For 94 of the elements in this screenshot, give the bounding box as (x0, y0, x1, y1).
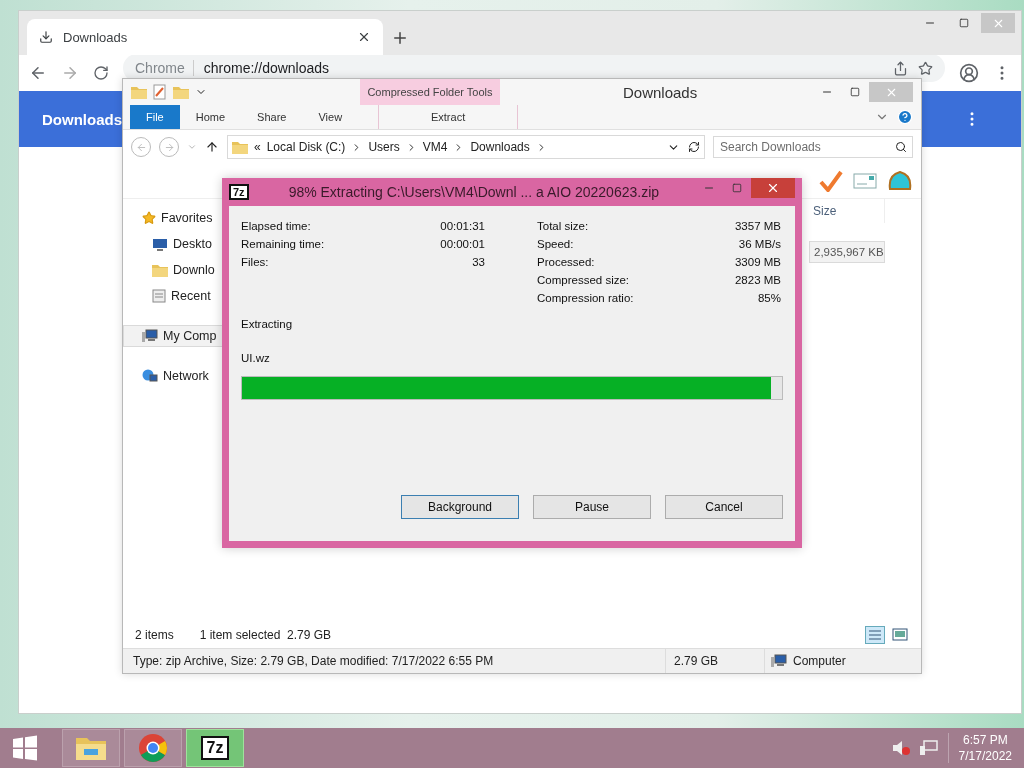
context-tab-header: Compressed Folder Tools (360, 79, 500, 105)
check-icon[interactable] (819, 170, 843, 192)
breadcrumb-overflow[interactable]: « (254, 140, 261, 154)
folder-icon (152, 263, 168, 277)
document-icon (152, 289, 166, 303)
stat-label: Compression ratio: (537, 292, 635, 304)
properties-icon[interactable] (153, 84, 167, 100)
dialog-title: 98% Extracting C:\Users\VM4\Downl ... a AIO 20220623.zip (288, 184, 660, 200)
computer-icon (771, 654, 787, 668)
operation-label: Extracting (241, 318, 294, 330)
profile-icon[interactable] (959, 63, 979, 83)
stat-label: Total size: (537, 220, 590, 232)
file-size: 2.79 GB (665, 649, 764, 673)
nav-item[interactable]: Network (123, 365, 223, 387)
globe-icon (142, 369, 158, 383)
stat-label: Speed: (537, 238, 575, 250)
folder-icon (232, 140, 248, 154)
star-icon[interactable] (918, 60, 933, 76)
search-icon[interactable] (895, 141, 907, 153)
dialog-button[interactable]: Cancel (665, 495, 783, 519)
stat-value: 00:00:01 (440, 238, 485, 250)
stat-value: 3357 MB (734, 220, 781, 232)
stat-label: Processed: (537, 256, 596, 268)
ribbon-tab[interactable]: Home (179, 105, 242, 129)
close-icon[interactable] (766, 181, 780, 195)
thumbnail-view-icon[interactable] (891, 626, 909, 644)
computer-icon (142, 329, 158, 343)
dialog-button[interactable]: Pause (533, 495, 651, 519)
up-icon[interactable] (205, 140, 219, 154)
muted-speaker-icon[interactable] (891, 740, 910, 756)
folder-icon (75, 735, 107, 761)
back-icon[interactable] (29, 64, 47, 82)
file-name: UI.wz (241, 352, 271, 364)
logo: 7z (229, 184, 249, 200)
breadcrumb-item[interactable]: VM4 (422, 140, 448, 154)
search-field[interactable]: Search Downloads (713, 136, 913, 158)
stat-label: Compressed size: (537, 274, 631, 286)
taskbar-app[interactable] (62, 729, 120, 767)
details-view-icon[interactable] (865, 626, 885, 644)
ribbon-tab[interactable]: Share (241, 105, 303, 129)
windows-logo-icon[interactable] (12, 735, 38, 761)
taskbar-app[interactable]: 7z (186, 729, 244, 767)
stat-value: 00:01:31 (440, 220, 485, 232)
network-icon[interactable] (919, 740, 938, 756)
stat-label: Remaining time: (241, 238, 326, 250)
maximize-icon[interactable] (850, 87, 860, 97)
ribbon-tab[interactable]: Extract (378, 105, 519, 129)
download-icon (39, 30, 53, 44)
nav-item[interactable]: Downlo (123, 259, 223, 281)
window-title: Downloads (623, 83, 698, 101)
stat-value: 85% (756, 292, 781, 304)
close-button[interactable] (751, 178, 795, 198)
new-tab-icon[interactable] (391, 29, 409, 47)
maximize-icon[interactable] (732, 183, 742, 193)
stat-value: 33 (471, 256, 485, 268)
close-icon[interactable] (357, 30, 371, 44)
stat-label: Elapsed time: (241, 220, 312, 232)
ribbon-tab[interactable]: File (130, 105, 180, 129)
stat-value: 36 MB/s (737, 238, 781, 250)
forward-icon[interactable] (61, 64, 79, 82)
file-details: Type: zip Archive, Size: 2.79 GB, Date modified: 7/17/2022 6:55 PM (132, 654, 495, 668)
breadcrumb-item[interactable]: Users (368, 140, 400, 154)
page-title: Downloads (42, 110, 122, 128)
column-header[interactable]: Size (809, 199, 885, 223)
logo: 7z (200, 736, 230, 760)
share-icon[interactable] (893, 60, 908, 76)
stat-value: 3309 MB (734, 256, 781, 268)
card-icon[interactable] (853, 172, 877, 190)
breadcrumb-item[interactable]: Local Disk (C:) (266, 140, 346, 154)
taskbar-app[interactable] (124, 729, 182, 767)
stat-label: Files: (241, 256, 270, 268)
nav-item[interactable]: Deskto (123, 233, 223, 255)
maximize-icon[interactable] (959, 18, 969, 28)
shell-icon[interactable] (887, 169, 913, 193)
ribbon-tab[interactable]: View (302, 105, 359, 129)
browser-tab[interactable]: Downloads (27, 19, 383, 55)
nav-item[interactable]: Recent (123, 285, 223, 307)
clock[interactable]: 6:57 PM 7/17/2022 (947, 733, 1012, 763)
address-bar[interactable]: « Local Disk (C:) Users VM4 Downloads (227, 135, 705, 159)
reload-icon[interactable] (93, 65, 109, 81)
location-label: Computer (793, 654, 846, 668)
stat-value: 2823 MB (734, 274, 781, 286)
item-count: 2 items (135, 628, 174, 642)
breadcrumb-item[interactable]: Downloads (470, 140, 530, 154)
help-icon[interactable] (897, 109, 913, 125)
nav-item[interactable]: My Comp (123, 325, 223, 347)
table-cell[interactable]: 2,935,967 KB (809, 241, 885, 263)
chrome-icon (138, 733, 168, 763)
star-icon (142, 211, 156, 225)
dialog-button[interactable]: Background (401, 495, 519, 519)
refresh-icon[interactable] (688, 140, 700, 153)
selection-info: 1 item selected 2.79 GB (199, 628, 332, 642)
nav-item[interactable]: Favorites (123, 207, 223, 229)
monitor-icon (152, 237, 168, 251)
